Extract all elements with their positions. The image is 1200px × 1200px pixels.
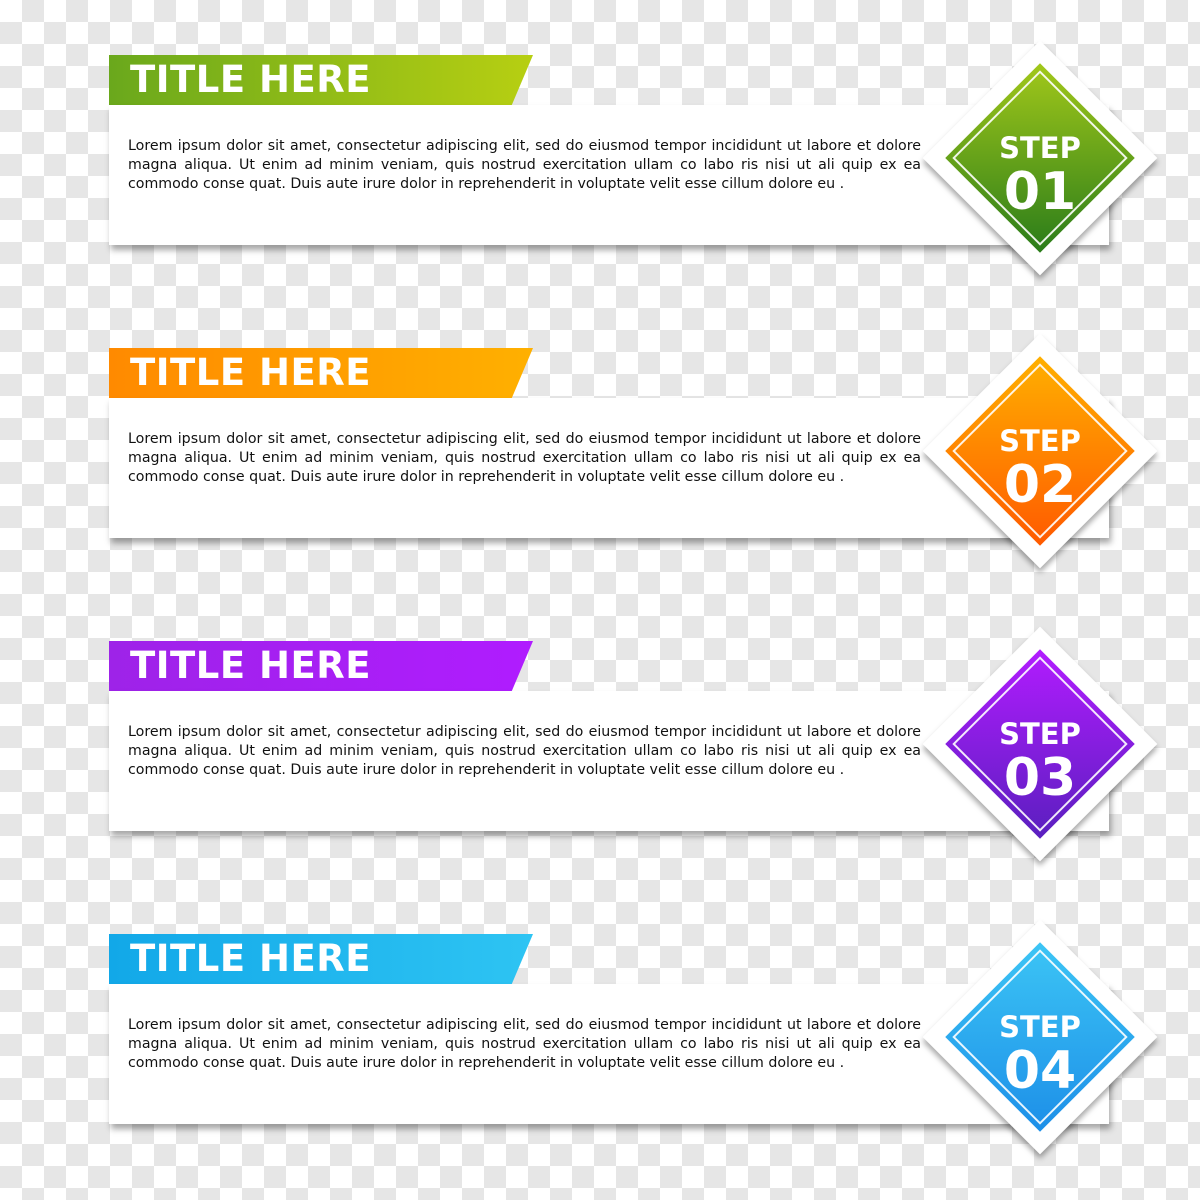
step-1: TITLE HERE Lorem ipsum dolor sit amet, c…: [0, 40, 1200, 305]
step-label: STEP: [999, 131, 1081, 165]
step-description: Lorem ipsum dolor sit amet, consectetur …: [128, 431, 921, 486]
step-number: 03: [1003, 748, 1077, 808]
step-2: TITLE HERE Lorem ipsum dolor sit amet, c…: [0, 333, 1200, 598]
step-number: 02: [1003, 455, 1077, 515]
step-description: Lorem ipsum dolor sit amet, consectetur …: [128, 138, 921, 193]
step-number: 04: [1003, 1041, 1077, 1101]
step-label: STEP: [999, 1010, 1081, 1044]
steps-infographic: TITLE HERE Lorem ipsum dolor sit amet, c…: [0, 0, 1200, 1200]
step-3: TITLE HERE Lorem ipsum dolor sit amet, c…: [0, 626, 1200, 891]
step-title: TITLE HERE: [130, 58, 371, 101]
step-description: Lorem ipsum dolor sit amet, consectetur …: [128, 724, 921, 779]
step-label: STEP: [999, 717, 1081, 751]
step-title: TITLE HERE: [130, 937, 371, 980]
step-title: TITLE HERE: [130, 644, 371, 687]
step-description: Lorem ipsum dolor sit amet, consectetur …: [128, 1017, 921, 1072]
step-number: 01: [1003, 162, 1077, 222]
step-label: STEP: [999, 424, 1081, 458]
step-4: TITLE HERE Lorem ipsum dolor sit amet, c…: [0, 919, 1200, 1184]
step-title: TITLE HERE: [130, 351, 371, 394]
